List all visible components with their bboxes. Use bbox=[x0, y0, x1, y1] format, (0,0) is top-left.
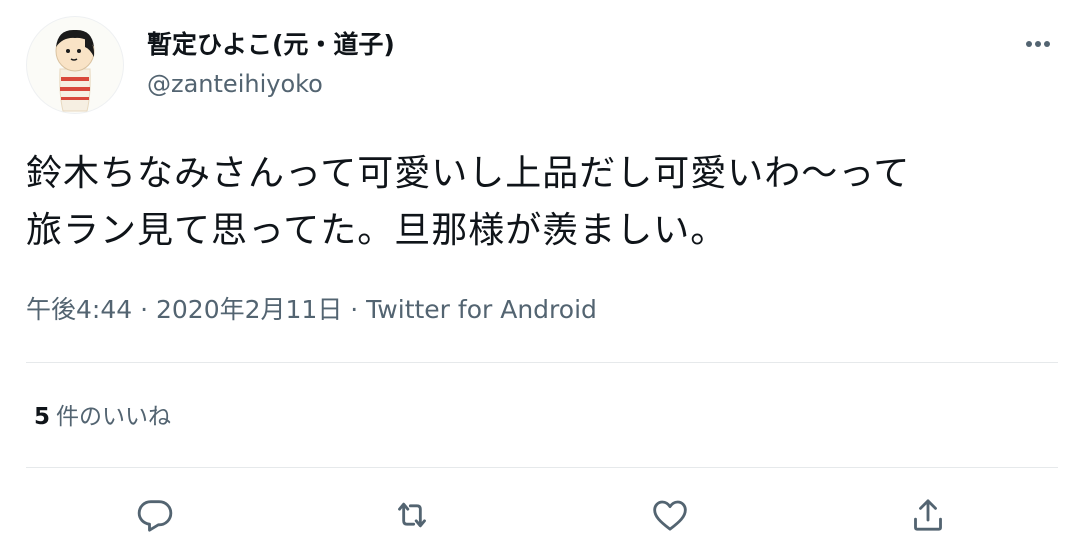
retweet-icon bbox=[398, 502, 426, 528]
kokeshi-avatar-image bbox=[55, 29, 95, 112]
tweet-date[interactable]: 2020年2月11日 bbox=[156, 295, 342, 324]
share-icon bbox=[914, 499, 942, 531]
likes-label: 件のいいね bbox=[56, 404, 172, 430]
meta-separator: · bbox=[342, 295, 367, 324]
likes-count: 5 bbox=[34, 404, 51, 430]
tweet-source[interactable]: Twitter for Android bbox=[366, 295, 597, 324]
share-button[interactable] bbox=[904, 490, 952, 540]
divider bbox=[26, 467, 1058, 468]
heart-icon bbox=[653, 500, 687, 531]
likes-stat[interactable]: 5 件のいいね bbox=[34, 400, 171, 434]
tweet-time[interactable]: 午後4:44 bbox=[26, 295, 132, 324]
tweet-text-line-2: 旅ラン見て思ってた。旦那様が羨ましい。 bbox=[26, 210, 728, 251]
more-options-button[interactable] bbox=[1014, 30, 1062, 58]
reply-icon bbox=[137, 500, 173, 532]
display-name[interactable]: 暫定ひよこ(元・道子) bbox=[147, 28, 395, 62]
divider bbox=[26, 362, 1058, 363]
tweet-text-line-1: 鈴木ちなみさんって可愛いし上品だし可愛いわ〜って bbox=[26, 153, 911, 194]
user-handle[interactable]: @zanteihiyoko bbox=[147, 68, 323, 100]
like-button[interactable] bbox=[646, 490, 694, 540]
tweet-text: 鈴木ちなみさんって可愛いし上品だし可愛いわ〜って 旅ラン見て思ってた。旦那様が羨… bbox=[26, 145, 1066, 259]
avatar[interactable] bbox=[26, 16, 124, 114]
meta-separator: · bbox=[132, 295, 156, 324]
tweet-detail: 暫定ひよこ(元・道子) @zanteihiyoko 鈴木ちなみさんって可愛いし上… bbox=[0, 0, 1086, 556]
more-horizontal-icon bbox=[1026, 41, 1050, 47]
tweet-meta: 午後4:44 · 2020年2月11日 · Twitter for Androi… bbox=[26, 292, 597, 328]
retweet-button[interactable] bbox=[388, 490, 436, 540]
reply-button[interactable] bbox=[131, 490, 179, 540]
